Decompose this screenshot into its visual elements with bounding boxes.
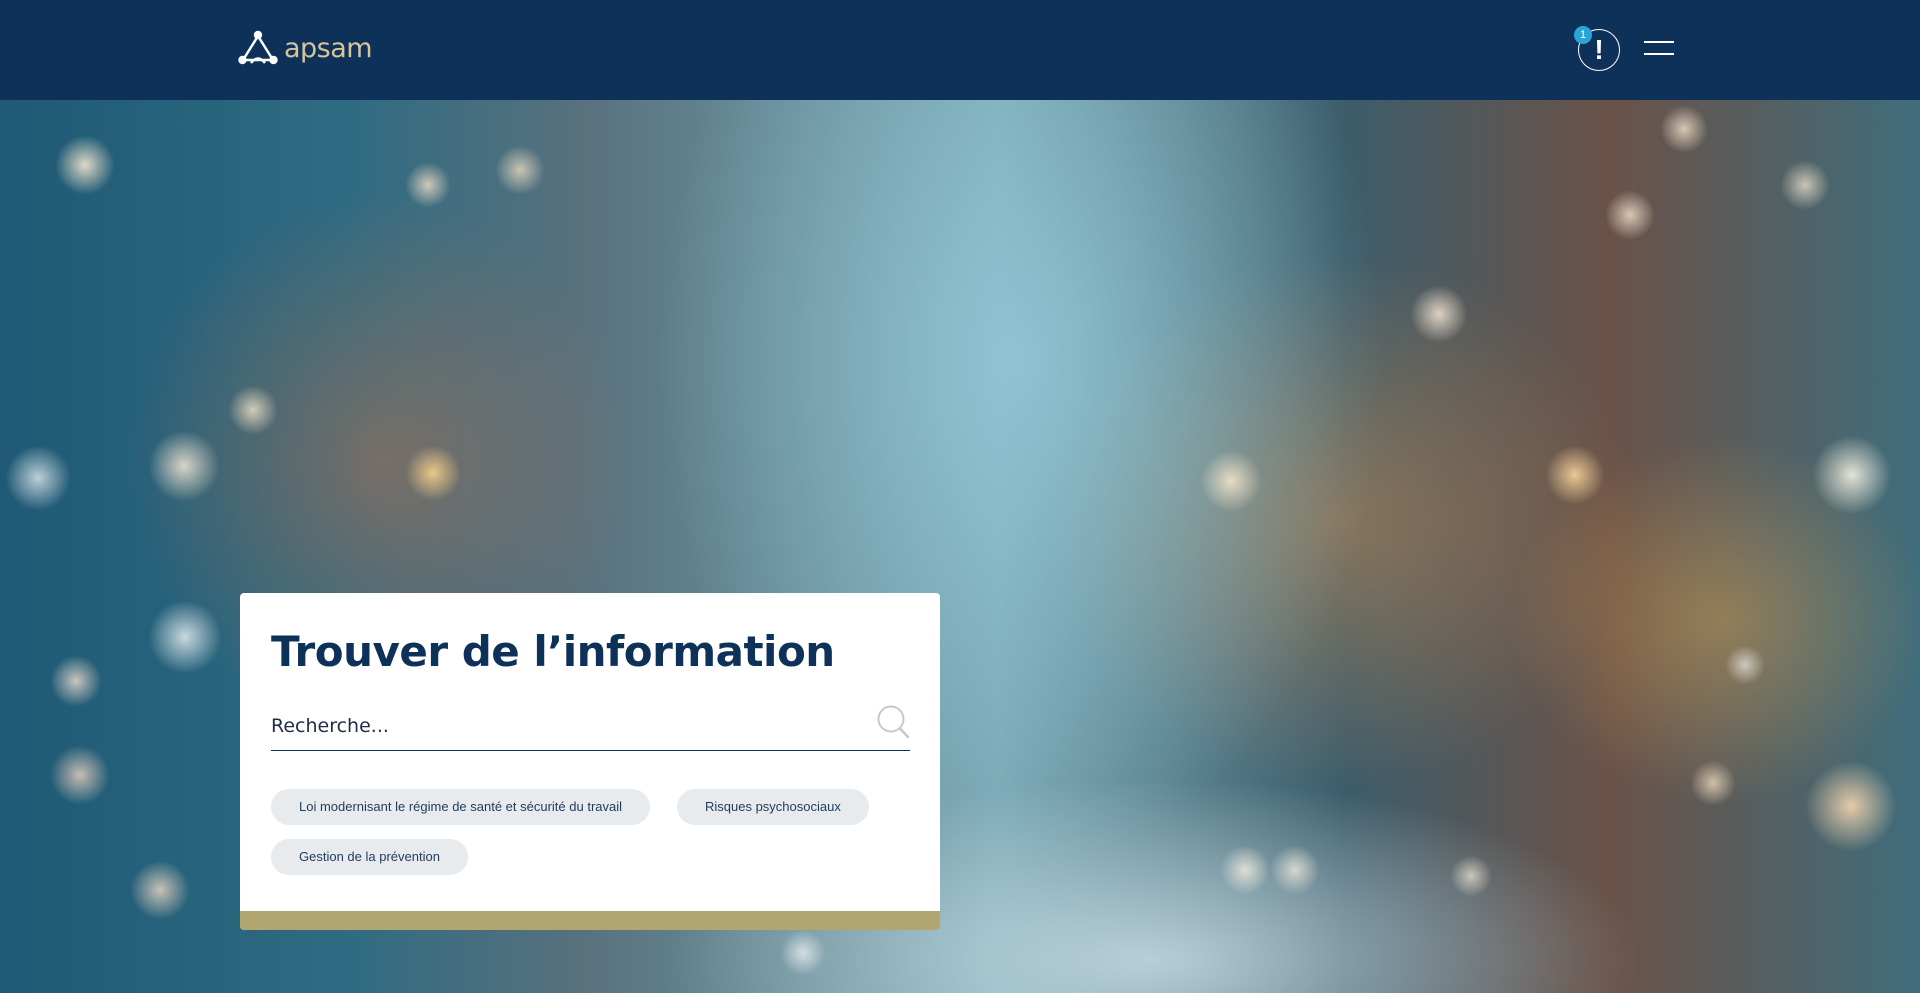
- card-accent-bar: [240, 911, 940, 930]
- chip-gestion-prevention[interactable]: Gestion de la prévention: [271, 839, 468, 875]
- search-title: Trouver de l’information: [271, 627, 835, 676]
- bokeh-light: [1200, 450, 1262, 512]
- bokeh-light: [1450, 855, 1492, 897]
- apsam-logo[interactable]: apsam: [238, 30, 373, 66]
- bokeh-light: [1660, 105, 1708, 153]
- bokeh-light: [1805, 760, 1897, 852]
- bokeh-light: [50, 745, 110, 805]
- bokeh-light: [1545, 445, 1605, 505]
- notification-badge: 1: [1574, 26, 1592, 44]
- hamburger-menu-icon[interactable]: [1644, 38, 1674, 60]
- bokeh-light: [148, 600, 222, 674]
- bokeh-light: [130, 860, 190, 920]
- bokeh-light: [780, 930, 826, 976]
- bokeh-light: [148, 430, 220, 502]
- site-header: apsam ! 1: [0, 0, 1920, 100]
- bokeh-light: [1780, 160, 1830, 210]
- logo-text: apsam: [284, 32, 373, 64]
- bokeh-light: [228, 385, 278, 435]
- bokeh-light: [1270, 845, 1320, 895]
- bokeh-light: [5, 445, 71, 511]
- search-input[interactable]: [271, 711, 861, 741]
- search-icon[interactable]: [877, 705, 911, 741]
- bokeh-light: [1812, 435, 1892, 515]
- bokeh-light: [495, 145, 545, 195]
- menu-line: [1644, 41, 1674, 43]
- bokeh-light: [1725, 645, 1765, 685]
- bokeh-light: [405, 162, 451, 208]
- search-field: [271, 703, 910, 751]
- search-card: Trouver de l’information Loi modernisant…: [240, 593, 940, 930]
- triangle-people-logo-icon: [238, 30, 278, 65]
- bokeh-light: [55, 135, 115, 195]
- bokeh-light: [1410, 285, 1468, 343]
- exclamation-icon: !: [1594, 34, 1604, 65]
- chip-risques-psychosociaux[interactable]: Risques psychosociaux: [677, 789, 869, 825]
- bokeh-light: [1605, 190, 1655, 240]
- menu-line: [1644, 53, 1674, 55]
- bokeh-light: [50, 655, 102, 707]
- bokeh-light: [405, 445, 461, 501]
- chip-loi-sst[interactable]: Loi modernisant le régime de santé et sé…: [271, 789, 651, 825]
- bokeh-light: [1220, 845, 1270, 895]
- bokeh-light: [1690, 760, 1736, 806]
